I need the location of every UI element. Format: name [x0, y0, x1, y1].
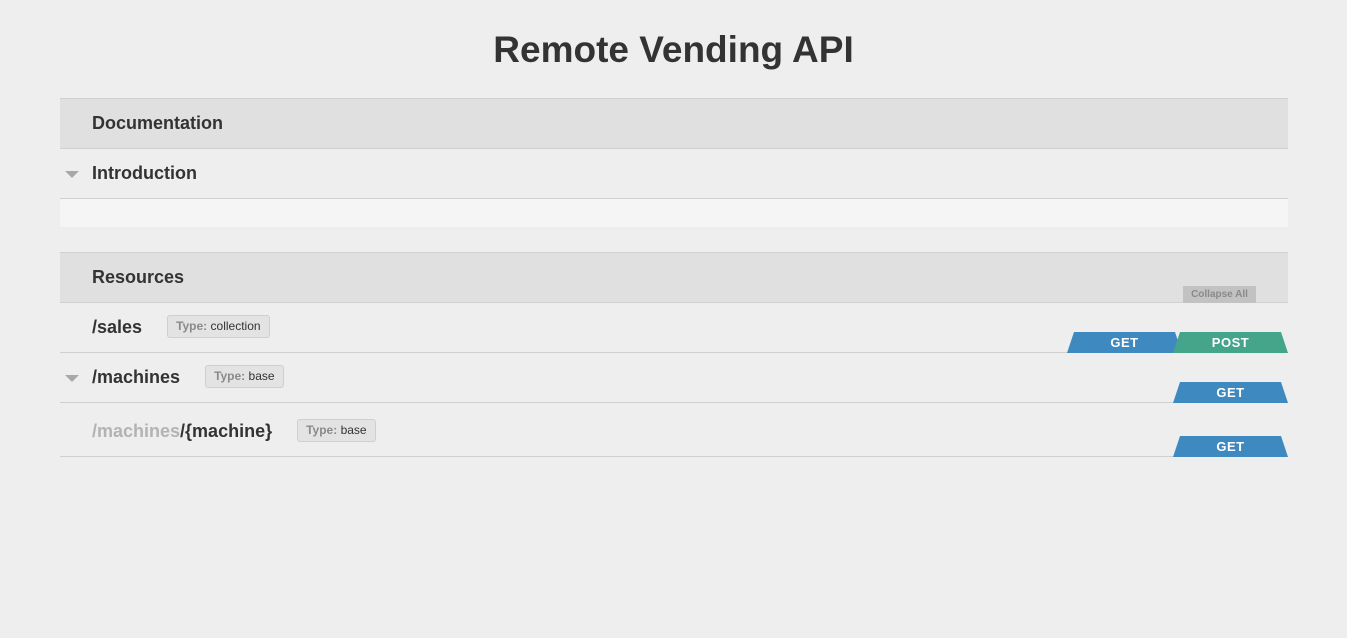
collapse-all-button[interactable]: Collapse All: [1183, 286, 1256, 303]
resources-header: Resources Collapse All: [60, 252, 1288, 303]
post-method-button[interactable]: POST: [1173, 332, 1288, 353]
resources-header-label: Resources: [92, 267, 185, 287]
api-docs-container: Documentation Introduction Resources Col…: [60, 98, 1288, 457]
caret-down-icon[interactable]: [65, 171, 79, 178]
type-badge-value: collection: [210, 318, 261, 333]
resource-title[interactable]: /sales Type: collection: [92, 314, 270, 340]
type-badge-key: Type:: [214, 368, 246, 383]
resource-row-sales[interactable]: /sales Type: collection GET POST: [60, 303, 1288, 353]
type-badge-value: base: [248, 368, 275, 383]
documentation-header: Documentation: [60, 98, 1288, 149]
method-tabs: GET POST: [1067, 332, 1288, 353]
resource-title[interactable]: /machines Type: base: [92, 364, 284, 390]
introduction-body: [60, 199, 1288, 227]
resource-row-machine[interactable]: /machines/{machine} Type: base GET: [60, 403, 1288, 457]
resource-title[interactable]: /machines/{machine} Type: base: [92, 418, 376, 444]
resource-path[interactable]: /machines: [92, 367, 180, 387]
method-tabs: GET: [1173, 436, 1288, 457]
method-tabs: GET: [1173, 382, 1288, 403]
page-title: Remote Vending API: [493, 29, 854, 70]
resource-row-machines[interactable]: /machines Type: base GET: [60, 353, 1288, 403]
get-method-button[interactable]: GET: [1067, 332, 1182, 353]
documentation-header-label: Documentation: [92, 113, 224, 133]
type-badge: Type: base: [297, 418, 376, 442]
get-method-button[interactable]: GET: [1173, 382, 1288, 403]
doc-section-introduction[interactable]: Introduction: [60, 149, 1288, 199]
type-badge-value: base: [340, 422, 367, 437]
type-badge-key: Type:: [176, 318, 208, 333]
doc-section-title[interactable]: Introduction: [92, 162, 197, 184]
resource-path[interactable]: /{machine}: [180, 421, 272, 441]
caret-down-icon[interactable]: [65, 375, 79, 382]
get-method-button[interactable]: GET: [1173, 436, 1288, 457]
type-badge: Type: collection: [167, 314, 270, 338]
type-badge: Type: base: [205, 364, 284, 388]
resource-path-prefix: /machines: [92, 421, 181, 441]
type-badge-key: Type:: [306, 422, 338, 437]
resource-path[interactable]: /sales: [92, 317, 142, 337]
